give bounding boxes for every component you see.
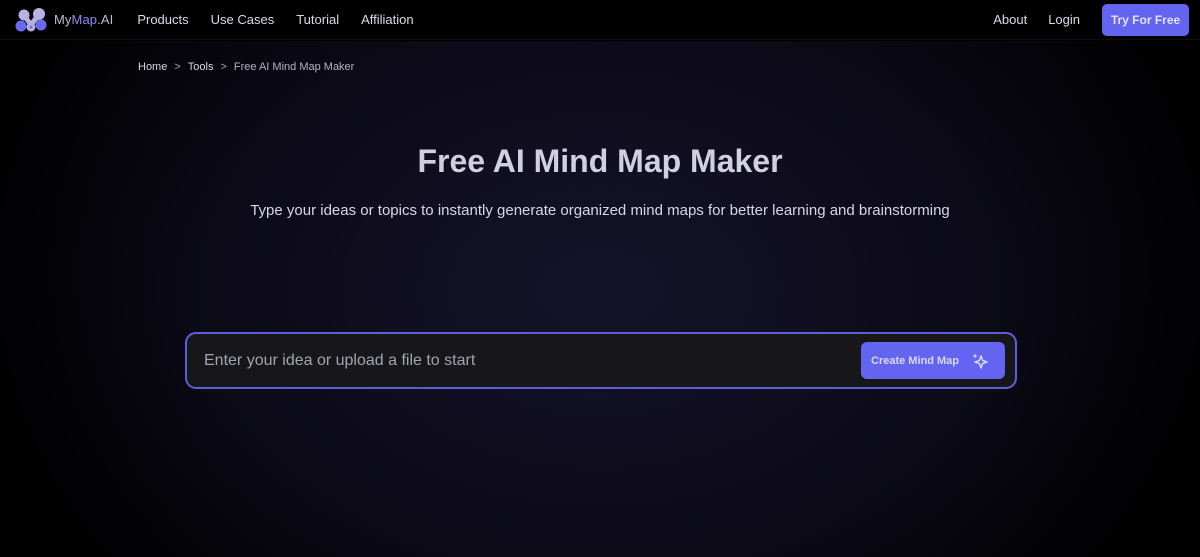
page-title: Free AI Mind Map Maker <box>417 143 783 179</box>
sparkle-icon <box>972 353 988 369</box>
logo-text: MyMap.AI <box>54 12 114 27</box>
breadcrumb-separator: > <box>174 61 181 73</box>
breadcrumb-separator: > <box>220 61 227 73</box>
nav-use-cases[interactable]: Use Cases <box>211 12 275 27</box>
breadcrumb-tools[interactable]: Tools <box>188 61 214 73</box>
create-mind-map-label: Create Mind Map <box>871 354 960 367</box>
nav-about[interactable]: About <box>993 12 1027 27</box>
try-for-free-button[interactable]: Try For Free <box>1102 3 1189 36</box>
nav-affiliation[interactable]: Affiliation <box>361 12 414 27</box>
breadcrumb-home[interactable]: Home <box>138 61 167 73</box>
top-navbar: MyMap.AI Products Use Cases Tutorial Aff… <box>0 0 1200 40</box>
background-glow <box>0 41 1200 557</box>
create-mind-map-button[interactable]: Create Mind Map <box>861 342 1005 379</box>
nav-products[interactable]: Products <box>137 12 188 27</box>
breadcrumb: Home > Tools > Free AI Mind Map Maker <box>138 61 354 73</box>
nav-right: About Login Try For Free <box>972 3 1200 36</box>
mymap-logo-icon <box>15 7 47 31</box>
breadcrumb-current: Free AI Mind Map Maker <box>233 61 355 73</box>
nav-login[interactable]: Login <box>1048 12 1080 27</box>
page-subtitle: Type your ideas or topics to instantly g… <box>250 202 950 219</box>
logo[interactable]: MyMap.AI <box>15 7 113 33</box>
idea-input-container: Create Mind Map <box>185 332 1017 389</box>
idea-input[interactable] <box>204 345 844 376</box>
main-nav: Products Use Cases Tutorial Affiliation <box>126 12 424 27</box>
nav-tutorial[interactable]: Tutorial <box>296 12 339 27</box>
